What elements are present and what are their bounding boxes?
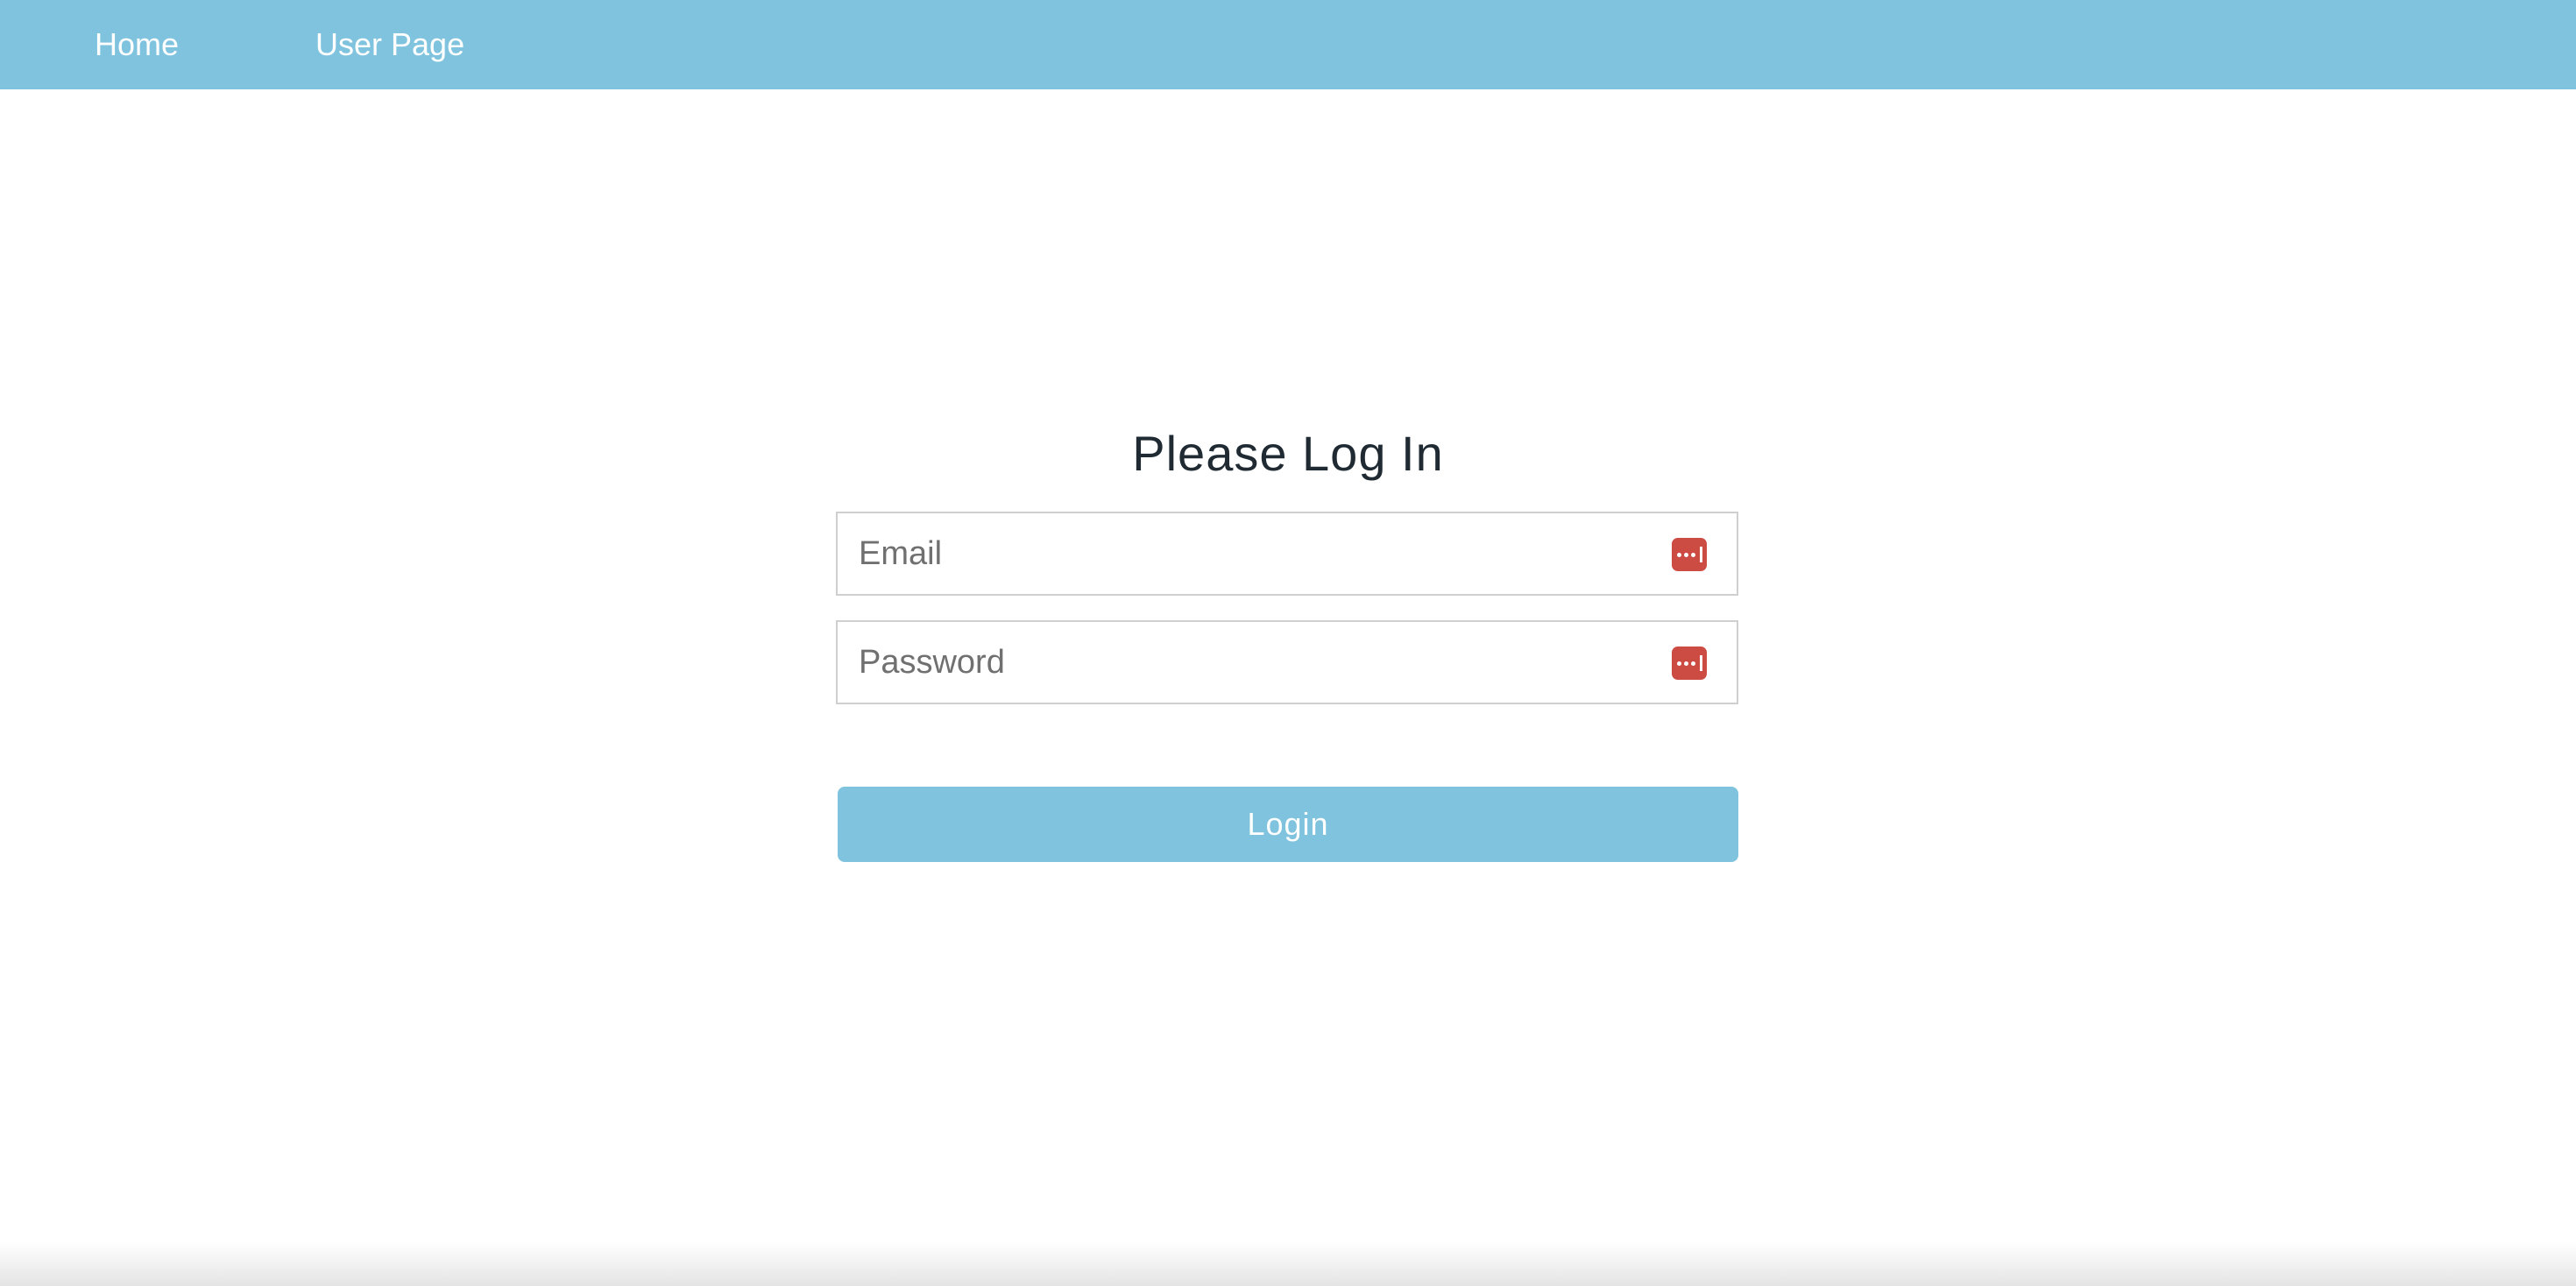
dot-shape (1690, 661, 1695, 666)
nav-link-home[interactable]: Home (95, 0, 179, 89)
page: Home User Page Please Log In Login (0, 0, 2576, 1286)
dot-shape (1683, 552, 1688, 557)
email-field[interactable] (838, 513, 1644, 594)
dot-shape (1676, 552, 1681, 557)
password-field-container (836, 620, 1738, 704)
dot-shape (1676, 661, 1681, 666)
dot-shape (1690, 552, 1695, 557)
cursor-bar-shape (1699, 547, 1702, 562)
password-manager-icon[interactable] (1672, 647, 1707, 680)
bottom-shadow (0, 1242, 2576, 1286)
nav-link-user-page[interactable]: User Page (315, 0, 464, 89)
dot-shape (1683, 661, 1688, 666)
top-navbar: Home User Page (0, 0, 2576, 89)
password-manager-icon[interactable] (1672, 538, 1707, 571)
page-title: Please Log In (1132, 426, 1444, 481)
password-field[interactable] (838, 622, 1644, 703)
cursor-bar-shape (1699, 655, 1702, 671)
email-field-container (836, 512, 1738, 596)
login-button[interactable]: Login (838, 787, 1738, 862)
